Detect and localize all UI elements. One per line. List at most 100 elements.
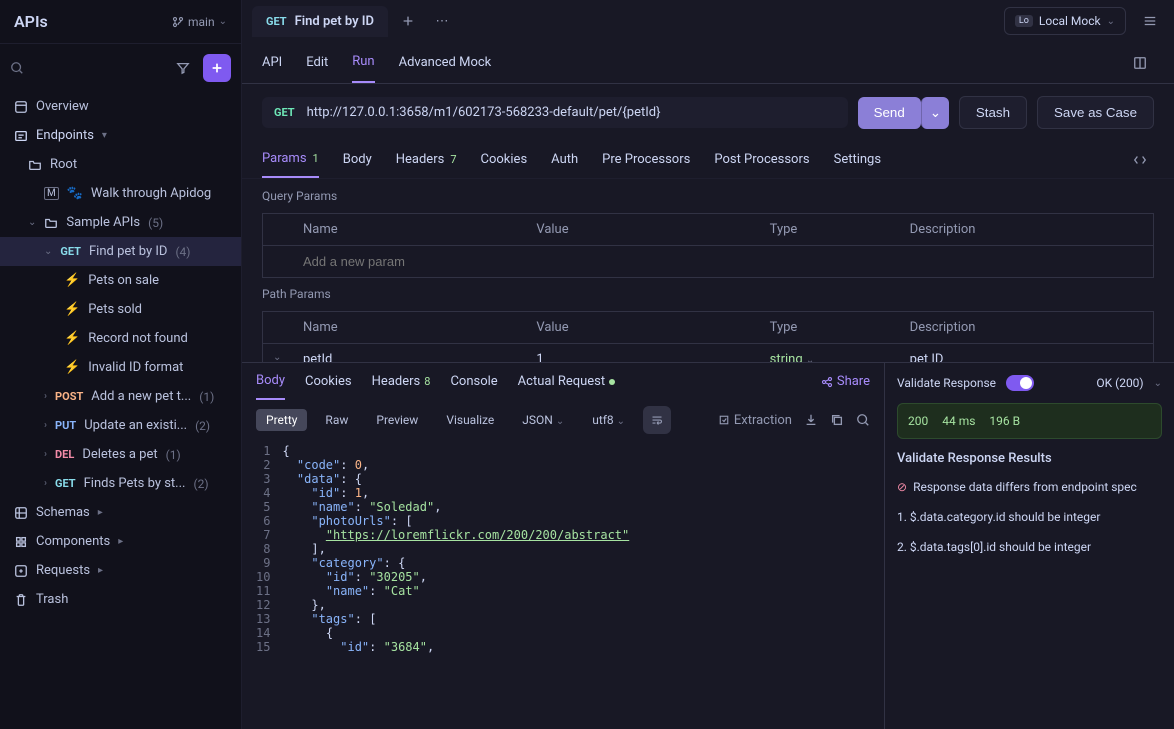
nav-endpoints[interactable]: Endpoints ▾ (0, 121, 241, 150)
nav-root[interactable]: Root (0, 150, 241, 179)
format-encoding[interactable]: utf8 ⌄ (582, 409, 635, 431)
nav-walkthrough[interactable]: M 🐾 Walk through Apidog (0, 179, 241, 208)
nav-count: (5) (148, 216, 163, 230)
url-input[interactable]: GET http://127.0.0.1:3658/m1/602173-5682… (262, 97, 848, 128)
param-tab-post[interactable]: Post Processors (714, 142, 809, 177)
method-badge: GET (55, 477, 76, 490)
subtab-mock[interactable]: Advanced Mock (399, 43, 492, 82)
query-params-table: Name Value Type Description (242, 213, 1174, 277)
send-dropdown-button[interactable]: ⌄ (921, 97, 949, 129)
validate-toggle[interactable] (1006, 375, 1034, 391)
url-value: http://127.0.0.1:3658/m1/602173-568233-d… (307, 105, 661, 120)
resp-tab-body[interactable]: Body (256, 363, 285, 400)
format-preview[interactable]: Preview (366, 409, 428, 431)
search-icon[interactable] (856, 413, 870, 427)
stash-button[interactable]: Stash (959, 96, 1027, 129)
col-value: Value (536, 320, 769, 335)
more-icon: ⋯ (436, 14, 449, 29)
wrap-button[interactable] (643, 406, 671, 434)
sidebar-header: APIs main ⌄ (0, 0, 241, 44)
subtab-edit[interactable]: Edit (306, 43, 328, 82)
format-raw[interactable]: Raw (315, 409, 358, 431)
branch-select[interactable]: main ⌄ (172, 15, 227, 29)
nav-label: Pets sold (88, 302, 142, 317)
param-tab-params[interactable]: Params1 (262, 141, 319, 178)
download-icon[interactable] (804, 413, 818, 427)
sidebar: APIs main ⌄ Overview Endpoints ▾ Root (0, 0, 242, 729)
code-view-button[interactable] (1126, 146, 1154, 174)
format-visualize[interactable]: Visualize (436, 409, 504, 431)
resp-tab-console[interactable]: Console (450, 364, 497, 399)
nav-label: Schemas (36, 505, 90, 520)
requests-icon (14, 564, 28, 578)
param-tab-settings[interactable]: Settings (834, 142, 881, 177)
filter-button[interactable] (169, 54, 197, 82)
error-main: ⊘ Response data differs from endpoint sp… (897, 476, 1162, 498)
search-input[interactable] (10, 61, 163, 75)
col-type: Type (770, 222, 910, 237)
nav-add-pet[interactable]: › POST Add a new pet t... (1) (0, 382, 241, 411)
nav-invalid[interactable]: ⚡ Invalid ID format (0, 353, 241, 382)
subtab-api[interactable]: API (262, 43, 282, 82)
nav-not-found[interactable]: ⚡ Record not found (0, 324, 241, 353)
nav-components[interactable]: Components ▸ (0, 527, 241, 556)
table-row[interactable]: ⌄ petId 1 string ⌄ pet ID (262, 343, 1154, 363)
param-tab-body[interactable]: Body (343, 142, 372, 177)
chevron-down-icon: ⌄ (1107, 16, 1115, 27)
param-tab-headers[interactable]: Headers7 (396, 142, 457, 177)
nav-requests[interactable]: Requests ▸ (0, 556, 241, 585)
nav-pets-sale[interactable]: ⚡ Pets on sale (0, 266, 241, 295)
table-header: Name Value Type Description (262, 213, 1154, 246)
response-body[interactable]: 123456789101112131415 { "code": 0, "data… (242, 440, 884, 729)
send-button[interactable]: Send (858, 97, 921, 129)
nav-delete-pet[interactable]: › DEL Deletes a pet (1) (0, 440, 241, 469)
environment-select[interactable]: Lo Local Mock ⌄ (1004, 7, 1126, 35)
nav-find-pet[interactable]: ⌄ GET Find pet by ID (4) (0, 237, 241, 266)
method-badge: GET (60, 245, 81, 258)
nav-count: (2) (193, 477, 208, 491)
nav-schemas[interactable]: Schemas ▸ (0, 498, 241, 527)
new-tab-button[interactable] (394, 7, 422, 35)
format-json[interactable]: JSON ⌄ (512, 409, 574, 431)
table-row-new[interactable] (262, 245, 1154, 278)
nav-sample-apis[interactable]: ⌄ Sample APIs (5) (0, 208, 241, 237)
tab-find-pet[interactable]: GET Find pet by ID (252, 6, 388, 37)
markdown-icon: M (44, 187, 59, 200)
nav-label: Invalid ID format (88, 360, 183, 375)
extraction-button[interactable]: Extraction (718, 413, 792, 428)
add-button[interactable] (203, 54, 231, 82)
tab-count: 7 (450, 153, 456, 166)
menu-button[interactable] (1136, 7, 1164, 35)
method-badge: POST (55, 390, 83, 403)
param-tab-pre[interactable]: Pre Processors (602, 142, 690, 177)
share-button[interactable]: Share (821, 374, 870, 389)
resp-tab-cookies[interactable]: Cookies (305, 364, 352, 399)
nav-update-pet[interactable]: › PUT Update an existi... (2) (0, 411, 241, 440)
nav-find-status[interactable]: › GET Finds Pets by st... (2) (0, 469, 241, 498)
subtab-run[interactable]: Run (352, 42, 374, 83)
path-params-table: Name Value Type Description ⌄ petId 1 st… (242, 311, 1174, 362)
param-tab-cookies[interactable]: Cookies (481, 142, 528, 177)
nav-count: (1) (166, 448, 181, 462)
resp-tab-headers[interactable]: Headers8 (372, 364, 431, 399)
bolt-icon: ⚡ (64, 331, 80, 346)
save-case-button[interactable]: Save as Case (1037, 96, 1154, 129)
new-param-input[interactable] (303, 254, 536, 269)
resp-tab-actual[interactable]: Actual Request (518, 364, 615, 399)
more-tabs-button[interactable]: ⋯ (428, 7, 456, 35)
param-tab-auth[interactable]: Auth (551, 142, 578, 177)
tab-title: Find pet by ID (295, 14, 374, 29)
chevron-right-icon: › (44, 391, 47, 402)
nav-overview[interactable]: Overview (0, 92, 241, 121)
sidebar-title: APIs (14, 12, 48, 31)
chevron-down-icon[interactable]: ⌄ (1154, 378, 1162, 389)
nav-pets-sold[interactable]: ⚡ Pets sold (0, 295, 241, 324)
format-pretty[interactable]: Pretty (256, 409, 307, 431)
menu-icon (1143, 14, 1157, 28)
nav-trash[interactable]: Trash (0, 585, 241, 614)
env-badge: Lo (1015, 15, 1033, 27)
layout-button[interactable] (1126, 49, 1154, 77)
error-item: 2. $.data.tags[0].id should be integer (897, 536, 1162, 558)
copy-icon[interactable] (830, 413, 844, 427)
tab-count: 8 (424, 375, 430, 388)
